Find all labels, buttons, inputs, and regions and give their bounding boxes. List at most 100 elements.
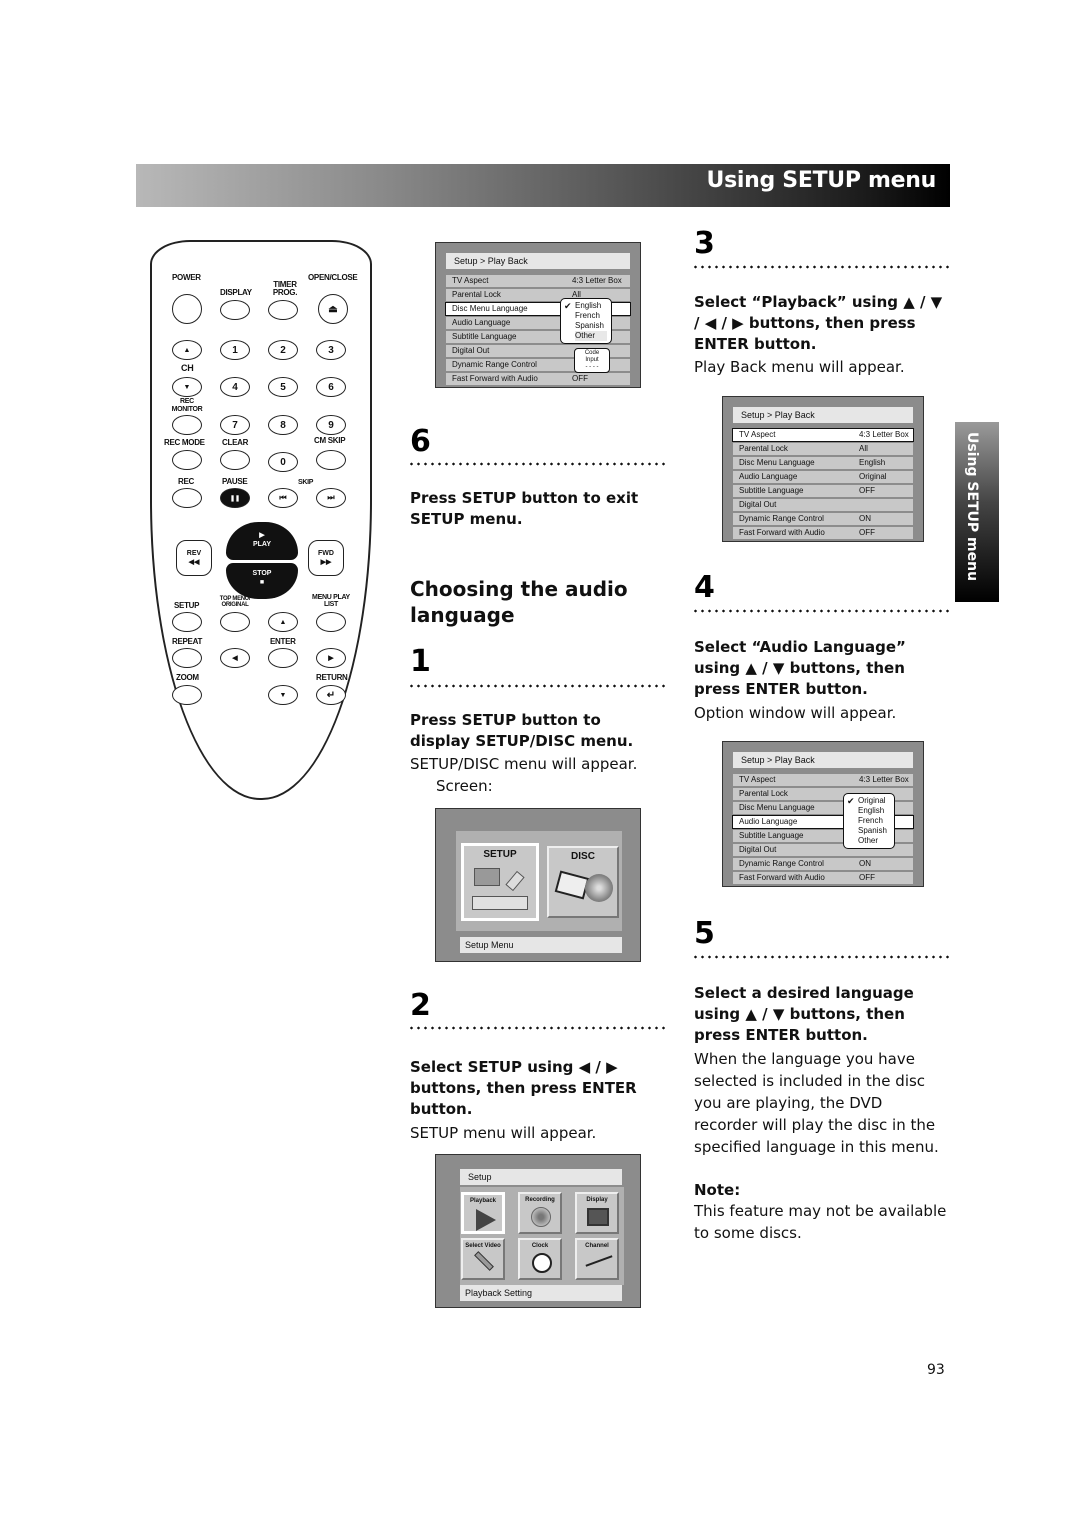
row-label: Dynamic Range Control: [739, 859, 824, 868]
antenna-icon: [585, 1255, 613, 1267]
digit-2-button: 2: [268, 340, 298, 360]
up-arrow-icon: ▲: [183, 346, 191, 354]
play-button: ▶ PLAY: [226, 522, 298, 560]
clock-icon: [532, 1253, 552, 1273]
row-label: Subtitle Language: [739, 831, 804, 840]
row-value: English: [859, 458, 886, 467]
row-value: OFF: [859, 528, 875, 537]
rec-mode-button: [172, 450, 202, 470]
pause-icon: ❚❚: [229, 495, 241, 502]
clear-button: [220, 450, 250, 470]
right-button: ▶: [316, 648, 346, 668]
step-2-result: SETUP menu will appear.: [410, 1124, 597, 1142]
record-icon: [531, 1207, 551, 1227]
step-number-3: 3: [694, 226, 715, 261]
menu-row: Fast Forward with Audio OFF: [446, 373, 630, 385]
dotted-divider: [692, 265, 950, 269]
fast-forward-icon: ▶▶: [320, 559, 332, 566]
play-icon: [476, 1209, 496, 1231]
timer-prog-button: [268, 300, 298, 320]
digit-6-button: 6: [316, 377, 346, 397]
power-label: POWER: [172, 273, 201, 282]
digit-0-button: 0: [268, 452, 298, 472]
option-item: English: [858, 806, 885, 815]
menu-rows: TV Aspect 4:3 Letter Box Parental Lock All…: [732, 428, 914, 541]
option-item: Other: [575, 331, 607, 341]
disc-tile: DISC: [547, 846, 619, 918]
enter-button: [268, 648, 298, 668]
step-3-instruction: Select “Playback” using ▲ / ▼ / ◀ / ▶ bu…: [694, 293, 943, 353]
clear-label: CLEAR: [222, 438, 249, 447]
rev-label: REV: [186, 550, 202, 557]
remote-icon: [505, 870, 525, 892]
down-arrow-icon: ▼: [183, 383, 191, 391]
ch-up-button: ▲: [172, 340, 202, 360]
playback-menu-screen-audio-language: Setup > Play Back TV Aspect 4:3 Letter Bo…: [722, 741, 924, 887]
top-menu-label: TOP MENU/ ORIGINAL: [219, 596, 251, 608]
code-input-box: Code Input - - - -: [574, 348, 610, 373]
row-label: TV Aspect: [739, 775, 776, 784]
playback-tile: Playback: [461, 1192, 505, 1234]
select-video-tile: Select Video: [461, 1238, 505, 1280]
menu-row: Digital Out: [733, 499, 913, 511]
row-value: ON: [859, 859, 871, 868]
step-number-1: 1: [410, 644, 431, 679]
row-label: Disc Menu Language: [739, 458, 815, 467]
menu-row: Fast Forward with Audio OFF: [733, 527, 913, 539]
step-1-result: SETUP/DISC menu will appear.: [410, 755, 638, 773]
return-icon: ↵: [326, 689, 336, 701]
remote-control-illustration: POWER DISPLAY TIMER PROG. OPEN/CLOSE ⏏ ▲…: [150, 240, 372, 800]
digit-1-button: 1: [220, 340, 250, 360]
setup-disc-screen: SETUP DISC Setup Menu: [435, 808, 641, 962]
digit-3-button: 3: [316, 340, 346, 360]
menu-row: Fast Forward with Audio OFF: [733, 872, 913, 884]
row-value: OFF: [859, 873, 875, 882]
row-label: Subtitle Language: [452, 332, 517, 341]
row-label: Fast Forward with Audio: [739, 528, 825, 537]
enter-label: ENTER: [270, 637, 296, 646]
skip-back-icon: ⏮: [279, 493, 287, 502]
setup-label: SETUP: [174, 601, 200, 610]
row-label: Dynamic Range Control: [452, 360, 537, 369]
tile-label: Display: [586, 1197, 608, 1203]
skip-forward-icon: ⏭: [327, 493, 335, 502]
menu-row: Audio Language Original: [733, 471, 913, 483]
menu-row: TV Aspect 4:3 Letter Box: [733, 774, 913, 786]
menu-row: Dynamic Range Control ON: [733, 858, 913, 870]
dotted-divider: [692, 955, 950, 959]
section-title: Using SETUP menu: [706, 168, 937, 193]
step-5-instruction: Select a desired language using ▲ / ▼ bu…: [694, 984, 914, 1044]
step-4-result: Option window will appear.: [694, 704, 897, 722]
cm-skip-button: [316, 450, 346, 470]
setup-tile: SETUP: [461, 843, 539, 921]
section-header-bar: Using SETUP menu: [136, 164, 950, 207]
up-button: ▲: [268, 612, 298, 632]
recording-tile: Recording: [518, 1192, 562, 1234]
stop-label: STOP: [252, 570, 272, 577]
channel-tile: Channel: [575, 1238, 619, 1280]
pause-label: PAUSE: [222, 477, 248, 486]
language-option-popup: English French Spanish Other: [560, 298, 612, 344]
menu-row: TV Aspect 4:3 Letter Box: [446, 275, 630, 287]
cable-icon: [474, 1251, 494, 1271]
power-button: [172, 294, 202, 324]
stop-button: STOP ■: [226, 563, 298, 599]
clock-tile: Clock: [518, 1238, 562, 1280]
row-value: ON: [859, 514, 871, 523]
stop-icon: ■: [259, 579, 265, 586]
ch-down-button: ▼: [172, 377, 202, 397]
row-value: 4:3 Letter Box: [572, 276, 622, 285]
row-label: Subtitle Language: [739, 486, 804, 495]
option-item: Other: [858, 836, 879, 845]
playback-menu-screen-disc-language: Setup > Play Back TV Aspect 4:3 Letter Bo…: [435, 242, 641, 388]
row-label: Digital Out: [452, 346, 490, 355]
skip-label: SKIP: [298, 479, 314, 486]
menu-row: Subtitle Language OFF: [733, 485, 913, 497]
timer-prog-label: TIMER PROG.: [272, 280, 298, 297]
eject-button: ⏏: [318, 294, 348, 324]
tile-label: Playback: [469, 1198, 497, 1204]
eject-icon: ⏏: [328, 303, 338, 315]
row-value: All: [859, 444, 868, 453]
repeat-button: [172, 648, 202, 668]
screen-title: Setup > Play Back: [733, 752, 913, 768]
